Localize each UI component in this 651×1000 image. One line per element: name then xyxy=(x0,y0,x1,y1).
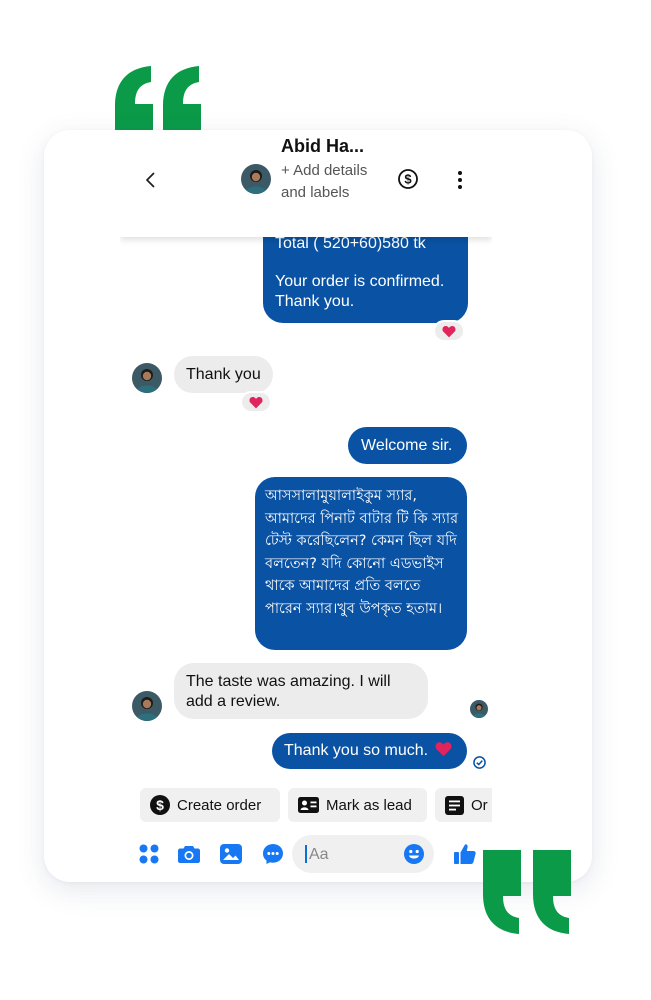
document-icon xyxy=(445,795,464,815)
thank-you-bubble: Thank you xyxy=(174,356,273,393)
thanks-bubble: Thank you so much. xyxy=(272,733,467,769)
emoji-icon[interactable] xyxy=(404,844,424,864)
chevron-left-icon[interactable] xyxy=(140,168,160,192)
text-cursor xyxy=(305,845,307,863)
add-details-link[interactable]: + Add details and labels xyxy=(281,160,381,204)
heart-reaction[interactable] xyxy=(240,391,272,413)
camera-icon[interactable] xyxy=(178,843,200,865)
avatar[interactable] xyxy=(132,363,162,393)
mark-as-lead-label: Mark as lead xyxy=(326,796,412,814)
message-input[interactable]: Aa xyxy=(292,835,434,873)
chat-header: Abid Ha... + Add details and labels $ xyxy=(120,130,492,237)
messenger-icon[interactable] xyxy=(262,843,284,865)
sent-check-icon xyxy=(473,756,486,769)
contact-avatar[interactable] xyxy=(241,164,271,194)
message-placeholder: Aa xyxy=(309,846,329,863)
avatar[interactable] xyxy=(132,691,162,721)
order-label: Or xyxy=(471,796,488,814)
bangla-message-bubble: আসসালামুয়ালাইকুম স্যার, আমাদের পিনাট বা… xyxy=(255,477,467,650)
dollar-circle-icon: $ xyxy=(150,795,170,815)
thumbs-up-icon[interactable] xyxy=(453,842,477,866)
welcome-bubble: Welcome sir. xyxy=(348,427,467,464)
review-bubble: The taste was amazing. I will add a revi… xyxy=(174,663,428,719)
heart-icon xyxy=(442,325,456,337)
heart-icon xyxy=(435,742,451,757)
order-total-text: Total ( 520+60)580 tk xyxy=(275,235,426,252)
thanks-text: Thank you so much. xyxy=(284,742,429,759)
heart-icon xyxy=(249,396,263,408)
seen-avatar xyxy=(470,700,488,718)
svg-text:$: $ xyxy=(156,797,164,813)
mark-as-lead-button[interactable]: Mark as lead xyxy=(288,788,427,822)
heart-reaction[interactable] xyxy=(433,320,465,342)
image-icon[interactable] xyxy=(220,843,242,865)
order-confirmed-text: Your order is confirmed. Thank you. xyxy=(275,273,445,310)
more-vertical-icon[interactable] xyxy=(452,169,468,191)
svg-text:$: $ xyxy=(404,172,412,187)
create-order-button[interactable]: $ Create order xyxy=(140,788,280,822)
dollar-circle-icon[interactable]: $ xyxy=(397,168,419,190)
order-button[interactable]: Or xyxy=(435,788,492,822)
contact-name[interactable]: Abid Ha... xyxy=(281,136,364,157)
chat-screen: Total ( 520+60)580 tk Your order is conf… xyxy=(120,130,492,882)
close-quote-icon xyxy=(481,850,573,934)
create-order-label: Create order xyxy=(177,796,262,814)
apps-icon[interactable] xyxy=(138,843,160,865)
contact-card-icon xyxy=(298,797,319,813)
